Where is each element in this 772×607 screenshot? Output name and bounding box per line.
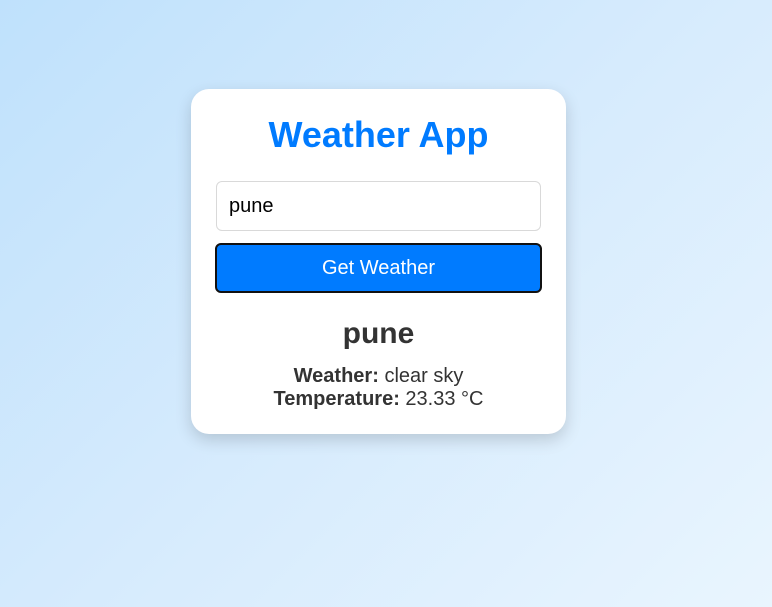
- weather-line: Weather: clear sky: [191, 365, 566, 388]
- get-weather-button[interactable]: Get Weather: [215, 243, 542, 293]
- weather-value: clear sky: [384, 365, 464, 387]
- city-input[interactable]: [216, 181, 541, 231]
- city-name: pune: [342, 317, 415, 350]
- temperature-line: Temperature: 23.33 °C: [191, 388, 566, 411]
- weather-label: Weather:: [293, 365, 379, 387]
- temperature-label: Temperature:: [273, 388, 400, 410]
- app-title: Weather App: [268, 114, 489, 155]
- temperature-value: 23.33 °C: [405, 388, 484, 410]
- weather-card: Weather App Get Weather pune Weather: cl…: [191, 89, 566, 434]
- weather-result: pune Weather: clear sky Temperature: 23.…: [191, 315, 566, 411]
